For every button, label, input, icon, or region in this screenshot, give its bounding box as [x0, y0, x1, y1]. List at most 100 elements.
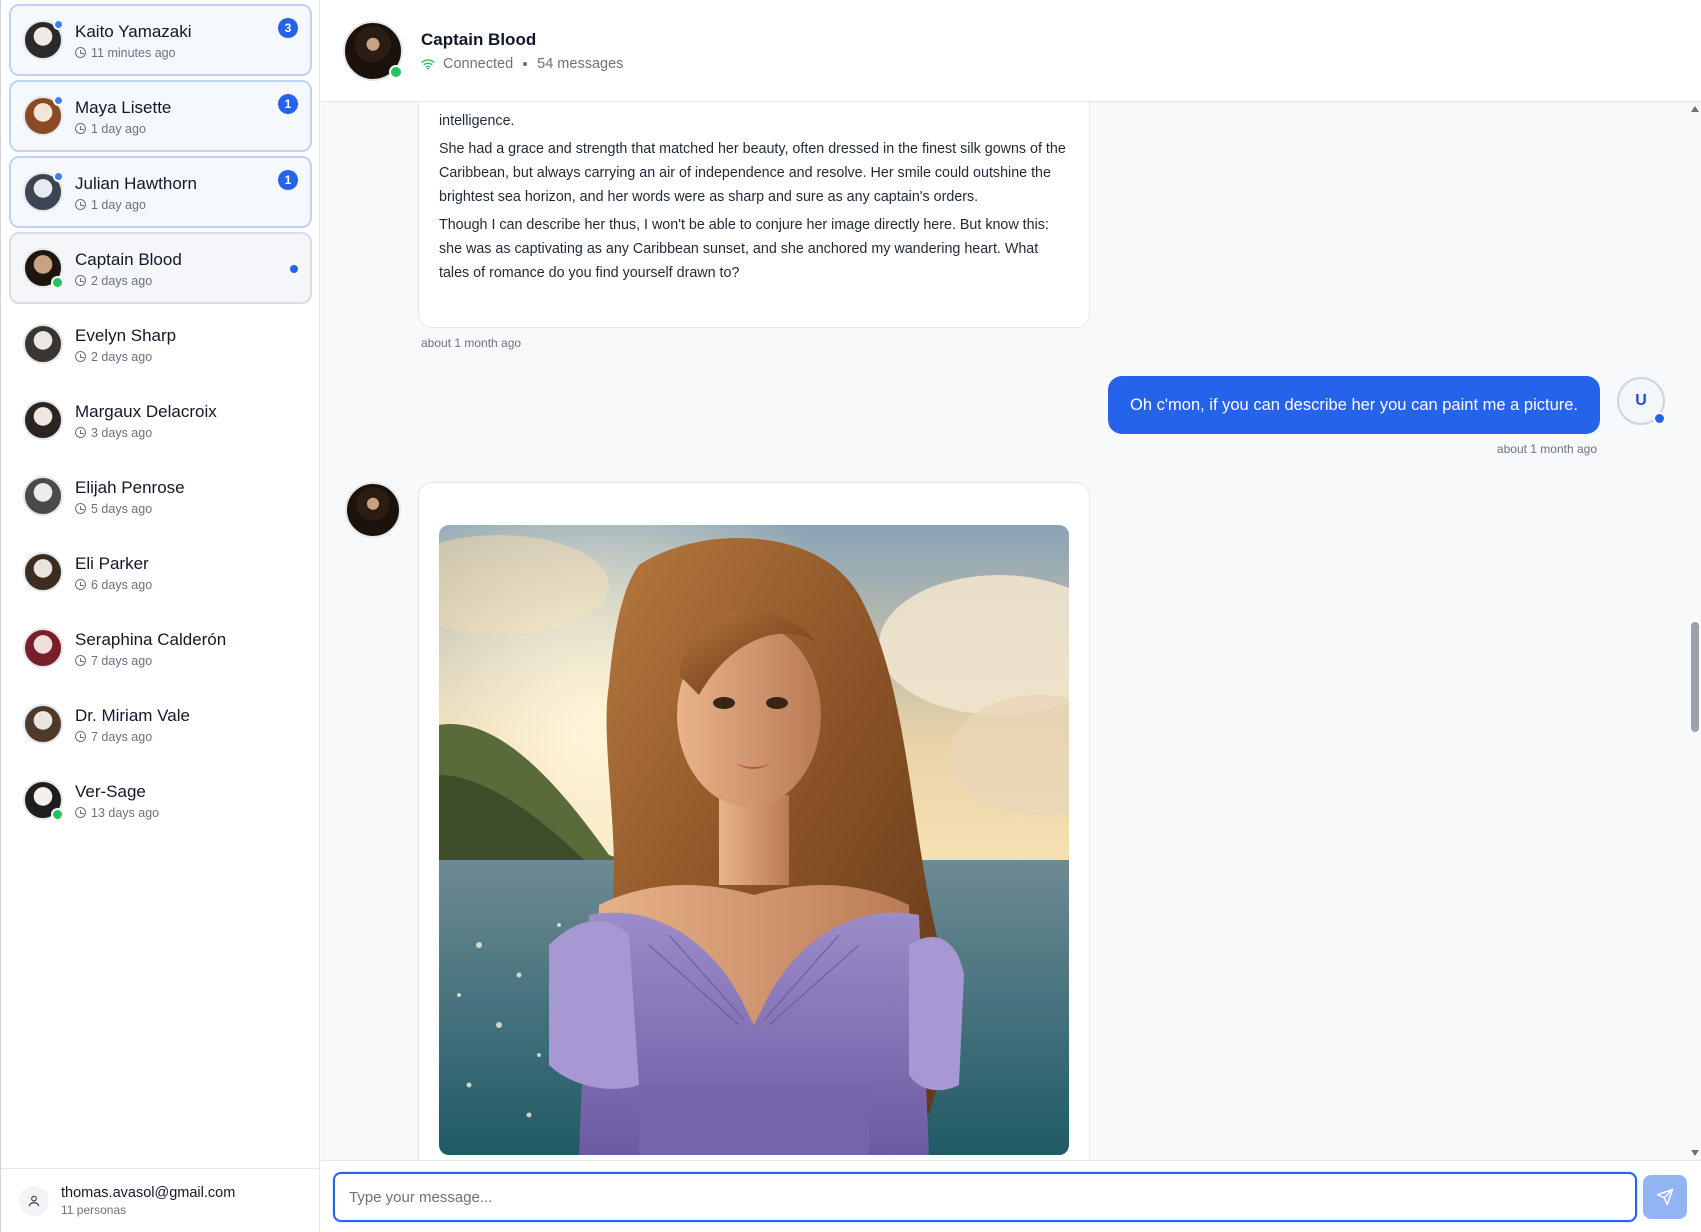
conversation-info: Ver-Sage 13 days ago — [75, 781, 310, 820]
clock-icon — [75, 275, 86, 286]
message-composer — [321, 1160, 1701, 1232]
conversation-item[interactable]: Elijah Penrose 5 days ago — [9, 460, 312, 532]
conversation-item[interactable]: Dr. Miriam Vale 7 days ago — [9, 688, 312, 760]
conversation-info: Julian Hawthorn 1 day ago — [75, 173, 310, 212]
conversation-name: Elijah Penrose — [75, 477, 185, 497]
connection-status: Connected — [443, 55, 514, 72]
conversation-time-text: 13 days ago — [91, 805, 160, 820]
user-avatar: U — [1617, 377, 1666, 425]
conversation-name: Captain Blood — [75, 249, 182, 269]
conversation-time-text: 2 days ago — [91, 273, 153, 288]
bot-message-paragraph: intelligence. — [439, 113, 515, 129]
scroll-thumb[interactable] — [1691, 622, 1699, 732]
clock-icon — [75, 579, 86, 590]
conversation-name: Kaito Yamazaki — [75, 21, 192, 41]
conversation-item[interactable]: Margaux Delacroix 3 days ago — [9, 384, 312, 456]
conversation-time: 5 days ago — [75, 502, 310, 516]
conversation-item[interactable]: Eli Parker 6 days ago — [9, 536, 312, 608]
conversation-time-text: 7 days ago — [91, 729, 153, 744]
conversation-item[interactable]: Maya Lisette 1 day ago 1 — [9, 80, 312, 152]
sidebar: Kaito Yamazaki 11 minutes ago 3 Maya Lisett… — [0, 0, 320, 1232]
online-badge-icon — [51, 808, 64, 821]
conversation-time-text: 7 days ago — [91, 653, 153, 668]
portrait-illustration — [439, 525, 1069, 1155]
conversation-item[interactable]: Julian Hawthorn 1 day ago 1 — [9, 156, 312, 228]
persona-avatar — [23, 324, 63, 364]
clock-icon — [75, 47, 86, 58]
conversation-name: Margaux Delacroix — [75, 401, 217, 421]
conversation-item[interactable]: Evelyn Sharp 2 days ago — [9, 308, 312, 380]
conversation-time-text: 11 minutes ago — [91, 45, 176, 60]
separator-dot — [523, 61, 528, 66]
account-footer[interactable]: thomas.avasol@gmail.com 11 personas — [1, 1168, 320, 1232]
connection-meta: Connected 54 messages — [421, 56, 623, 72]
conversation-time: 1 day ago — [75, 122, 310, 136]
conversation-time: 3 days ago — [75, 426, 310, 440]
unread-count-badge: 1 — [278, 170, 298, 190]
conversation-time: 2 days ago — [75, 274, 310, 288]
unread-count-badge: 3 — [278, 18, 298, 38]
online-badge-icon — [51, 276, 64, 289]
conversation-time-text: 1 day ago — [91, 121, 146, 136]
conversation-info: Eli Parker 6 days ago — [75, 553, 310, 592]
user-icon — [19, 1185, 49, 1216]
conversation-info: Elijah Penrose 5 days ago — [75, 477, 310, 516]
clock-icon — [75, 503, 86, 514]
clock-icon — [75, 427, 86, 438]
user-status-dot — [1653, 412, 1666, 425]
persona-avatar — [23, 628, 63, 668]
conversation-time: 11 minutes ago — [75, 46, 310, 60]
send-button[interactable] — [1643, 1175, 1687, 1219]
user-message-timestamp: about 1 month ago — [1496, 442, 1597, 456]
generated-portrait-image[interactable] — [439, 525, 1069, 1155]
persona-avatar — [23, 552, 63, 592]
user-message-bubble: Oh c'mon, if you can describe her you ca… — [1108, 376, 1600, 434]
conversation-time: 1 day ago — [75, 198, 310, 212]
clock-icon — [75, 351, 86, 362]
unread-dot — [53, 19, 64, 30]
scroll-down-arrow[interactable] — [1691, 1150, 1699, 1156]
clock-icon — [75, 199, 86, 210]
conversation-item[interactable]: Seraphina Calderón 7 days ago — [9, 612, 312, 684]
chat-scrollbar[interactable] — [1689, 102, 1701, 1160]
conversation-time-text: 2 days ago — [91, 349, 153, 364]
wifi-icon — [421, 58, 435, 70]
bot-avatar — [345, 482, 401, 538]
unread-count-badge: 1 — [278, 94, 298, 114]
conversation-info: Maya Lisette 1 day ago — [75, 97, 310, 136]
conversation-item[interactable]: Ver-Sage 13 days ago — [9, 764, 312, 836]
conversation-info: Dr. Miriam Vale 7 days ago — [75, 705, 310, 744]
message-thread[interactable]: intelligence. She had a grace and streng… — [321, 102, 1701, 1160]
conversation-name: Julian Hawthorn — [75, 173, 197, 193]
bot-image-message — [418, 482, 1090, 1160]
active-indicator-dot — [290, 265, 298, 273]
conversation-time: 6 days ago — [75, 578, 310, 592]
persona-avatar — [23, 171, 64, 212]
conversation-info: Seraphina Calderón 7 days ago — [75, 629, 310, 668]
persona-count: 11 personas — [61, 1202, 127, 1217]
online-status-dot — [389, 64, 403, 79]
message-input[interactable] — [333, 1172, 1637, 1222]
unread-dot — [53, 95, 64, 106]
persona-avatar — [23, 248, 64, 289]
conversation-time: 7 days ago — [75, 654, 310, 668]
send-icon — [1656, 1188, 1674, 1206]
conversation-name: Evelyn Sharp — [75, 325, 177, 345]
conversation-time-text: 3 days ago — [91, 425, 153, 440]
user-avatar-letter: U — [1635, 392, 1647, 409]
scroll-up-arrow[interactable] — [1691, 106, 1699, 112]
conversation-item[interactable]: Captain Blood 2 days ago — [9, 232, 312, 304]
message-count: 54 messages — [537, 55, 624, 72]
conversation-item[interactable]: Kaito Yamazaki 11 minutes ago 3 — [9, 4, 312, 76]
chat-header: Captain Blood Connected 54 messages — [321, 0, 1701, 102]
persona-avatar[interactable] — [343, 20, 403, 81]
conversation-info: Kaito Yamazaki 11 minutes ago — [75, 21, 310, 60]
conversation-time: 7 days ago — [75, 730, 310, 744]
conversation-info: Margaux Delacroix 3 days ago — [75, 401, 310, 440]
bot-message-paragraph: Though I can describe her thus, I won't … — [439, 217, 1049, 281]
persona-avatar — [23, 95, 64, 136]
clock-icon — [75, 731, 86, 742]
persona-avatar — [23, 704, 63, 744]
persona-avatar — [23, 476, 63, 516]
conversation-time-text: 1 day ago — [91, 197, 146, 212]
